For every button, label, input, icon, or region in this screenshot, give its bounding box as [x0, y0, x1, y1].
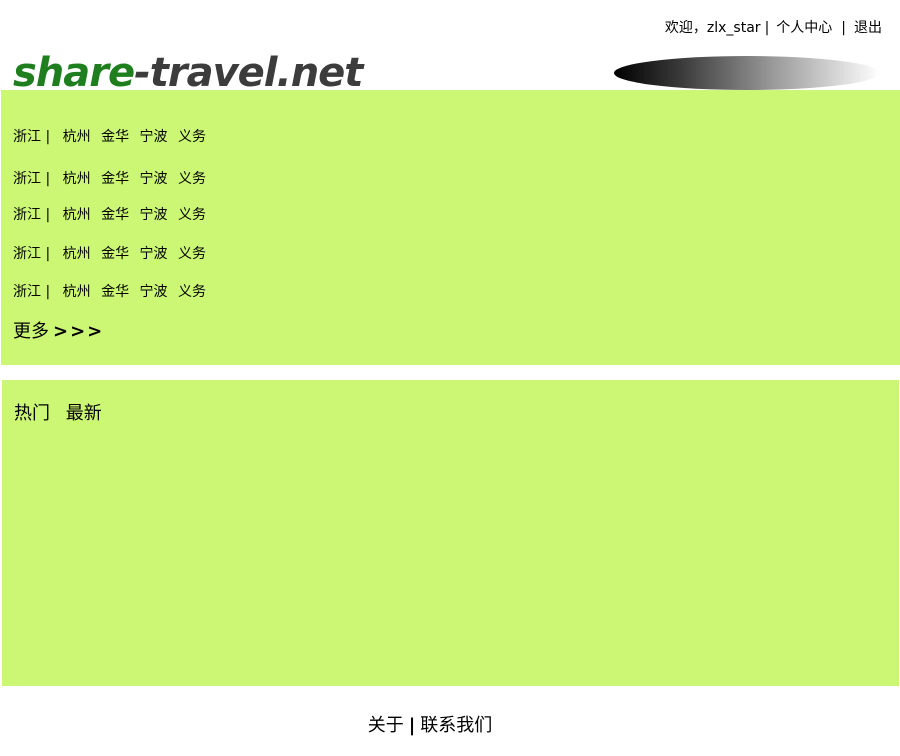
content-tabs: 热门 最新	[14, 403, 112, 425]
city-link[interactable]: 金华	[101, 284, 129, 300]
city-link[interactable]: 杭州	[63, 284, 91, 300]
welcome-text: 欢迎，zlx_star	[664, 20, 761, 36]
city-link[interactable]: 杭州	[63, 246, 91, 262]
more-arrows: >>>	[53, 321, 105, 342]
header-gradient-decoration	[614, 56, 880, 90]
city-link[interactable]: 金华	[101, 207, 129, 223]
province-label[interactable]: 浙江 |	[13, 129, 50, 145]
region-row: 浙江 | 杭州 金华 宁波 义务	[13, 245, 212, 263]
city-link[interactable]: 杭州	[63, 207, 91, 223]
region-row: 浙江 | 杭州 金华 宁波 义务	[13, 283, 212, 301]
province-label[interactable]: 浙江 |	[13, 284, 50, 300]
province-label[interactable]: 浙江 |	[13, 246, 50, 262]
city-link[interactable]: 金华	[101, 246, 129, 262]
region-panel: 浙江 | 杭州 金华 宁波 义务 浙江 | 杭州 金华 宁波 义务 浙江 | 杭…	[1, 90, 900, 365]
city-link[interactable]: 宁波	[140, 207, 168, 223]
footer: 关于 | 联系我们	[0, 715, 860, 737]
page: 欢迎，zlx_star | 个人中心 | 退出 share-travel.net 浙江 …	[0, 0, 900, 756]
city-link[interactable]: 义务	[178, 207, 206, 223]
city-link[interactable]: 金华	[101, 129, 129, 145]
city-link[interactable]: 杭州	[63, 171, 91, 187]
city-link[interactable]: 宁波	[140, 246, 168, 262]
content-panel: 热门 最新	[2, 380, 899, 686]
city-link[interactable]: 义务	[178, 129, 206, 145]
footer-separator: |	[408, 715, 416, 736]
city-link[interactable]: 宁波	[140, 171, 168, 187]
city-link[interactable]: 宁波	[140, 129, 168, 145]
profile-link[interactable]: 个人中心	[776, 20, 832, 36]
separator: |	[841, 20, 846, 36]
about-link[interactable]: 关于	[368, 715, 404, 736]
city-link[interactable]: 杭州	[63, 129, 91, 145]
user-bar: 欢迎，zlx_star | 个人中心 | 退出	[665, 19, 882, 37]
province-label[interactable]: 浙江 |	[13, 207, 50, 223]
logout-link[interactable]: 退出	[854, 20, 882, 36]
region-row: 浙江 | 杭州 金华 宁波 义务	[13, 206, 212, 224]
city-link[interactable]: 金华	[101, 171, 129, 187]
tab-latest[interactable]: 最新	[66, 403, 102, 424]
region-row: 浙江 | 杭州 金华 宁波 义务	[13, 128, 212, 146]
more-regions-link[interactable]: 更多 >>>	[13, 321, 104, 343]
province-label[interactable]: 浙江 |	[13, 171, 50, 187]
contact-link[interactable]: 联系我们	[420, 715, 492, 736]
more-label: 更多	[13, 321, 49, 342]
city-link[interactable]: 义务	[178, 171, 206, 187]
tab-hot[interactable]: 热门	[14, 403, 50, 424]
city-link[interactable]: 义务	[178, 284, 206, 300]
city-link[interactable]: 义务	[178, 246, 206, 262]
region-row: 浙江 | 杭州 金华 宁波 义务	[13, 170, 212, 188]
city-link[interactable]: 宁波	[140, 284, 168, 300]
separator: |	[764, 20, 770, 36]
